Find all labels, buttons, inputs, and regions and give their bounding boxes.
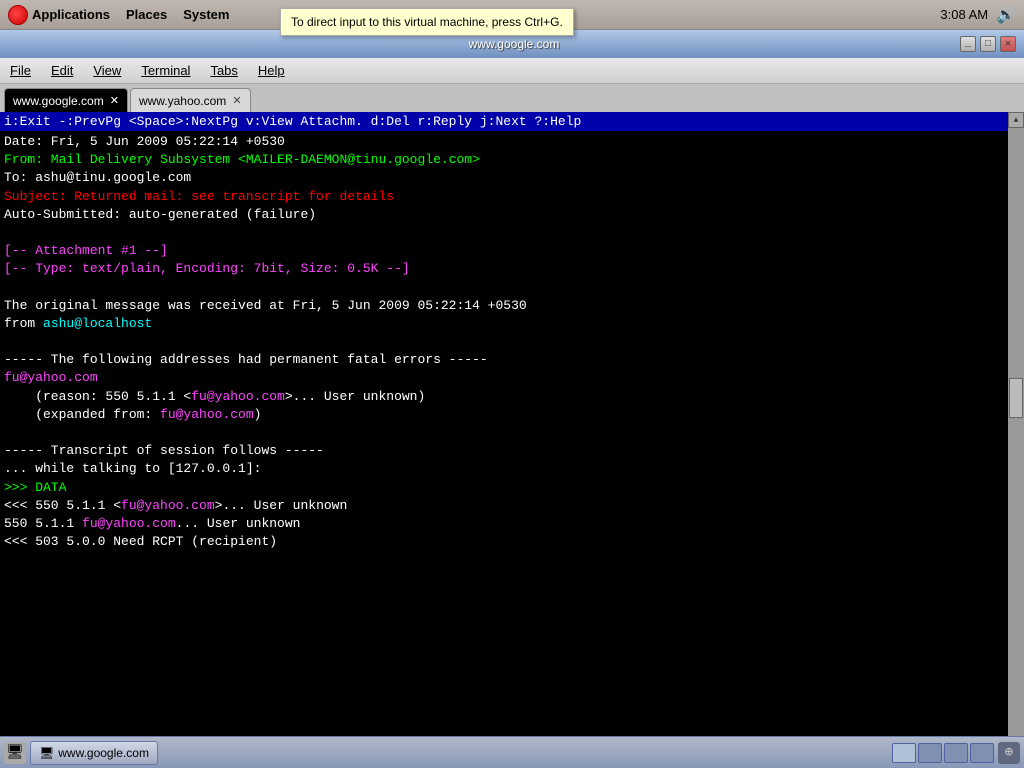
attachment1: [-- Attachment #1 --] xyxy=(4,242,1004,260)
blank2 xyxy=(4,279,1004,297)
menu-tabs[interactable]: Tabs xyxy=(204,61,243,80)
bad-address-line: fu@yahoo.com xyxy=(4,369,1004,387)
tab-google-close[interactable]: ✕ xyxy=(110,94,119,107)
tooltip: To direct input to this virtual machine,… xyxy=(280,8,574,36)
email-date: Date: Fri, 5 Jun 2009 05:22:14 +0530 xyxy=(4,133,1004,151)
response3: <<< 503 5.0.0 Need RCPT (recipient) xyxy=(4,533,1004,551)
window-controls: _ □ ✕ xyxy=(960,36,1016,52)
window-title: www.google.com xyxy=(68,37,960,51)
app-icon xyxy=(8,5,28,25)
original2: from ashu@localhost xyxy=(4,315,1004,333)
tab-yahoo[interactable]: www.yahoo.com ✕ xyxy=(130,88,251,112)
taskbar: 🖥 🖥 www.google.com ⊕ xyxy=(0,736,1024,768)
transcript: ----- Transcript of session follows ----… xyxy=(4,442,1004,460)
blank4 xyxy=(4,424,1004,442)
terminal-scrollbar[interactable]: ▲ ▼ xyxy=(1008,112,1024,768)
terminal-content: i:Exit -:PrevPg <Space>:NextPg v:View At… xyxy=(0,112,1024,768)
menu-bar: File Edit View Terminal Tabs Help xyxy=(0,58,1024,84)
maximize-button[interactable]: □ xyxy=(980,36,996,52)
terminal-main[interactable]: i:Exit -:PrevPg <Space>:NextPg v:View At… xyxy=(0,112,1008,768)
system-menu[interactable]: System xyxy=(183,7,229,22)
data-cmd: >>> DATA xyxy=(4,479,1004,497)
status-line: i:Exit -:PrevPg <Space>:NextPg v:View At… xyxy=(0,112,1008,131)
menu-edit[interactable]: Edit xyxy=(45,61,79,80)
terminal-window: www.google.com _ □ ✕ File Edit View Term… xyxy=(0,30,1024,768)
menu-view[interactable]: View xyxy=(87,61,127,80)
expanded: (expanded from: fu@yahoo.com) xyxy=(4,406,1004,424)
blank1 xyxy=(4,224,1004,242)
reason: (reason: 550 5.1.1 <fu@yahoo.com>... Use… xyxy=(4,388,1004,406)
volume-icon: 🔊 xyxy=(996,5,1016,25)
attachment-type: [-- Type: text/plain, Encoding: 7bit, Si… xyxy=(4,260,1004,278)
taskbar-window-button[interactable]: 🖥 www.google.com xyxy=(30,741,158,765)
email-to: To: ashu@tinu.google.com xyxy=(4,169,1004,187)
network-icon: ⊕ xyxy=(998,742,1020,764)
bad-address-text: fu@yahoo.com xyxy=(4,369,98,387)
pager-4[interactable] xyxy=(970,743,994,763)
tab-bar: www.google.com ✕ www.yahoo.com ✕ xyxy=(0,84,1024,112)
taskbar-right: ⊕ xyxy=(892,742,1020,764)
taskbar-icon: 🖥 xyxy=(4,742,26,764)
applications-menu[interactable]: Applications xyxy=(32,7,110,22)
response2: 550 5.1.1 fu@yahoo.com... User unknown xyxy=(4,515,1004,533)
email-content: Date: Fri, 5 Jun 2009 05:22:14 +0530 Fro… xyxy=(0,131,1008,553)
menu-terminal[interactable]: Terminal xyxy=(135,61,196,80)
system-bar-right: 3:08 AM 🔊 xyxy=(940,5,1016,25)
system-bar-left: Applications Places System xyxy=(8,5,229,25)
email-auto-submitted: Auto-Submitted: auto-generated (failure) xyxy=(4,206,1004,224)
scrollbar-track[interactable] xyxy=(1008,128,1024,752)
menu-help[interactable]: Help xyxy=(252,61,291,80)
close-button[interactable]: ✕ xyxy=(1000,36,1016,52)
menu-file[interactable]: File xyxy=(4,61,37,80)
pager-1[interactable] xyxy=(892,743,916,763)
tab-google[interactable]: www.google.com ✕ xyxy=(4,88,128,112)
tab-yahoo-close[interactable]: ✕ xyxy=(232,94,241,107)
email-from: From: Mail Delivery Subsystem <MAILER-DA… xyxy=(4,151,1004,169)
tab-yahoo-label: www.yahoo.com xyxy=(139,94,226,108)
minimize-button[interactable]: _ xyxy=(960,36,976,52)
pager-3[interactable] xyxy=(944,743,968,763)
scrollbar-thumb[interactable] xyxy=(1009,378,1023,418)
email-subject: Subject: Returned mail: see transcript f… xyxy=(4,188,1004,206)
talking: ... while talking to [127.0.0.1]: xyxy=(4,460,1004,478)
response1: <<< 550 5.1.1 <fu@yahoo.com>... User unk… xyxy=(4,497,1004,515)
tab-google-label: www.google.com xyxy=(13,94,104,108)
fatal-errors: ----- The following addresses had perman… xyxy=(4,351,1004,369)
taskbar-window-label: www.google.com xyxy=(58,746,149,760)
blank3 xyxy=(4,333,1004,351)
pager-2[interactable] xyxy=(918,743,942,763)
taskbar-pager xyxy=(892,743,994,763)
places-menu[interactable]: Places xyxy=(126,7,167,22)
original1: The original message was received at Fri… xyxy=(4,297,1004,315)
clock: 3:08 AM xyxy=(940,7,988,22)
scroll-up[interactable]: ▲ xyxy=(1008,112,1024,128)
